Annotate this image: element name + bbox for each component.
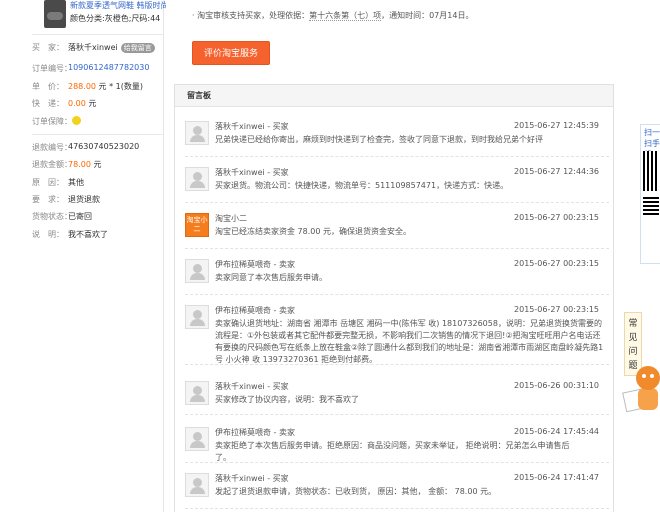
qr-code-icon <box>643 195 659 215</box>
refund-note: 我不喜欢了 <box>68 230 108 239</box>
avatar <box>185 473 209 497</box>
message-item: 伊布拉稀莫喂奇 - 卖家 2015-06-27 00:23:15 卖家同意了本次… <box>185 259 609 295</box>
refund-number: 47630740523020 <box>68 142 140 151</box>
avatar <box>185 381 209 405</box>
message-item: 落秋千xinwei - 买家 2015-06-27 12:45:39 兄弟快递已… <box>185 121 609 157</box>
avatar <box>185 167 209 191</box>
order-detail-panel: 新款夏季透气网鞋 韩版时尚… 颜色分类:灰橙色;尺码:44 买 家： 落秋千xi… <box>22 0 166 512</box>
mobile-scan-widget[interactable]: 扫一扫手机 <box>640 124 660 264</box>
product-summary: 新款夏季透气网鞋 韩版时尚… 颜色分类:灰橙色;尺码:44 <box>32 0 166 30</box>
refund-amount: 78.00 <box>68 160 91 169</box>
buyer-row: 买 家： 落秋千xinwei 给我留言 <box>32 42 164 58</box>
message-item: 伊布拉稀莫喂奇 - 卖家 2015-06-27 00:23:15 卖家确认退货地… <box>185 305 609 365</box>
unit-price-row: 单 价： 288.00 元 * 1(数量) <box>32 82 143 91</box>
message-buyer-tag[interactable]: 给我留言 <box>120 43 155 53</box>
unit-price: 288.00 <box>68 82 96 91</box>
message-board-title: 留言板 <box>175 85 613 107</box>
refund-amount-row: 退款金额： 78.00 元 <box>32 160 102 169</box>
refund-request: 退货退款 <box>68 195 100 204</box>
refund-reason: 其他 <box>68 178 84 187</box>
shipping-row: 快 递： 0.00 元 <box>32 99 97 108</box>
order-number-link[interactable]: 1090612487782030 <box>68 63 149 72</box>
message-item: 落秋千xinwei - 买家 2015-06-26 00:31:10 买家修改了… <box>185 381 609 415</box>
product-color-size: 颜色分类:灰橙色;尺码:44 <box>70 14 161 23</box>
mascot-icon[interactable] <box>622 366 660 416</box>
avatar <box>185 427 209 451</box>
message-board: 留言板 落秋千xinwei - 买家 2015-06-27 12:45:39 兄… <box>174 84 614 512</box>
taobao-xiaoer-avatar: 淘宝小二 <box>185 213 209 237</box>
reason-row: 原 因： 其他 <box>32 178 84 187</box>
message-item: 淘宝小二 淘宝小二 2015-06-27 00:23:15 淘宝已经冻结卖家资金… <box>185 213 609 249</box>
avatar <box>185 305 209 329</box>
note-row: 说 明： 我不喜欢了 <box>32 230 108 239</box>
product-name-link[interactable]: 新款夏季透气网鞋 韩版时尚… <box>70 0 166 11</box>
guarantee-icon[interactable] <box>72 116 81 125</box>
order-number-row: 订单编号： 1090612487782030 <box>32 63 150 73</box>
divider <box>32 134 164 135</box>
refund-number-row: 退款编号： 47630740523020 <box>32 142 140 152</box>
arbitration-notice: · 淘宝审核支持买家，处理依据：第十六条第（七）项，通知时间：07月14日。 <box>192 11 474 21</box>
avatar <box>185 121 209 145</box>
qr-code-icon <box>643 151 659 191</box>
message-item: 落秋千xinwei - 买家 2015-06-27 12:44:36 买家退货。… <box>185 167 609 203</box>
goods-status-row: 货物状态： 已寄回 <box>32 212 92 221</box>
message-item: 伊布拉稀莫喂奇 - 卖家 2015-06-24 17:45:44 卖家拒绝了本次… <box>185 427 609 463</box>
divider <box>32 34 164 35</box>
goods-status: 已寄回 <box>68 212 92 221</box>
guarantee-row: 订单保障： <box>32 116 164 132</box>
avatar <box>185 259 209 283</box>
product-thumbnail[interactable] <box>44 0 66 28</box>
rule-link[interactable]: 第十六条第（七）项 <box>309 11 382 21</box>
buyer-name: 落秋千xinwei <box>68 43 118 52</box>
message-item: 落秋千xinwei - 买家 2015-06-24 17:41:47 发起了退货… <box>185 473 609 509</box>
request-row: 要 求： 退货退款 <box>32 195 100 204</box>
shipping-fee: 0.00 <box>68 99 86 108</box>
evaluate-service-button[interactable]: 评价淘宝服务 <box>192 41 270 65</box>
